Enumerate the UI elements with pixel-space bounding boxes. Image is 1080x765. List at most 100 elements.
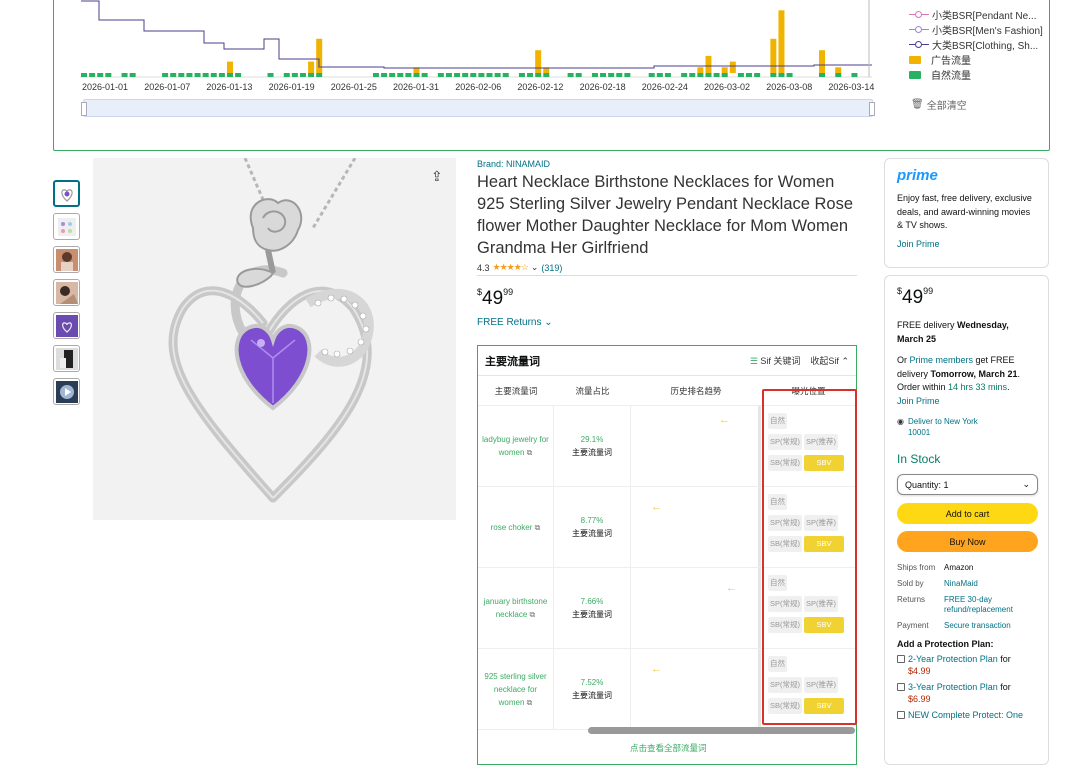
natural-traffic-bar <box>372 73 379 77</box>
natural-traffic-bar <box>567 73 574 77</box>
horizontal-scrollbar[interactable] <box>588 727 855 734</box>
thumbnail-4[interactable] <box>53 279 80 306</box>
ad-traffic-bar <box>778 10 785 74</box>
keyword-link[interactable]: ladybug jewelry for women ⧉ <box>478 406 554 486</box>
info-value[interactable]: FREE 30-day refund/replacement <box>944 595 1036 615</box>
thumbnail-1[interactable] <box>53 180 80 207</box>
natural-traffic-bar <box>575 73 582 77</box>
natural-traffic-bar <box>186 73 193 77</box>
plan-checkbox[interactable] <box>897 683 905 691</box>
protection-plan-option[interactable]: NEW Complete Protect: One <box>897 709 1036 721</box>
plan-checkbox[interactable] <box>897 655 905 663</box>
info-value: Amazon <box>944 563 974 572</box>
legend-item[interactable]: 大类BSR[Clothing, Sh... <box>909 37 1043 52</box>
legend-marker <box>909 70 921 79</box>
natural-traffic-bar <box>721 73 728 77</box>
buybox-price: $4999 <box>897 286 934 308</box>
thumbnail-5[interactable] <box>53 312 80 339</box>
legend-marker <box>909 40 929 49</box>
seller-info: Ships from Amazon Sold by NinaMaid Returns FR… <box>897 563 1036 631</box>
quantity-select[interactable]: Quantity: 1 ⌄ <box>897 474 1038 495</box>
natural-traffic-bar <box>299 73 306 77</box>
zoom-slider[interactable] <box>81 99 875 117</box>
clear-all-button[interactable]: 🗑 全部清空 <box>911 97 967 112</box>
delivery-info: FREE delivery Wednesday, March 25 <box>897 320 1009 344</box>
ad-traffic-bar <box>819 50 826 73</box>
legend-marker <box>909 55 921 64</box>
collapse-sif-button[interactable]: 收起Sif ⌃ <box>810 354 849 367</box>
natural-traffic-bar <box>648 73 655 77</box>
protection-title: Add a Protection Plan: <box>897 639 994 649</box>
natural-traffic-bar <box>235 73 242 77</box>
heart-necklace-image <box>168 157 374 503</box>
thumbnail-video[interactable] <box>53 378 80 405</box>
thumbnail-2[interactable] <box>53 213 80 240</box>
sif-keyword-button[interactable]: ☰ Sif 关键词 <box>750 354 801 367</box>
natural-traffic-bar <box>121 73 128 77</box>
chevron-down-icon: ⌄ <box>1022 479 1030 489</box>
chevron-down-icon[interactable]: ⌄ <box>531 262 539 273</box>
legend-item[interactable]: 广告流量 <box>909 52 1043 67</box>
buy-now-button[interactable]: Buy Now <box>897 531 1038 552</box>
review-count-link[interactable]: (319) <box>541 263 562 273</box>
prime-card: prime Enjoy fast, free delivery, exclusi… <box>884 158 1049 268</box>
deliver-to-link[interactable]: ◉ Deliver to New York 10001 <box>897 416 1036 438</box>
thumbnail-3[interactable] <box>53 246 80 273</box>
add-to-cart-button[interactable]: Add to cart <box>897 503 1038 524</box>
legend-item[interactable]: 小类BSR[Men's Fashion] <box>909 22 1043 37</box>
protection-plan-option[interactable]: 3-Year Protection Plan for $6.99 <box>897 681 1036 705</box>
info-value[interactable]: NinaMaid <box>944 579 1036 589</box>
x-tick-label: 2026-02-12 <box>517 82 563 92</box>
natural-traffic-bar <box>786 73 793 77</box>
share-icon[interactable]: ⇪ <box>431 168 443 185</box>
trend-arrow-icon: ← <box>651 663 662 675</box>
traffic-chart: 2026-01-01 2026-01-07 2026-01-13 2026-01-19… <box>80 0 874 92</box>
plan-checkbox[interactable] <box>897 711 905 719</box>
protection-plan-option[interactable]: 2-Year Protection Plan for $4.99 <box>897 653 1036 677</box>
legend-item[interactable]: 自然流量 <box>909 67 1043 82</box>
brand-link[interactable]: Brand: NINAMAID <box>477 159 550 169</box>
natural-traffic-bar <box>746 73 753 77</box>
bsr-clothing-line <box>81 0 872 69</box>
ad-traffic-bar <box>835 67 842 73</box>
natural-traffic-bar <box>105 73 112 77</box>
stock-status: In Stock <box>897 452 941 466</box>
natural-traffic-bar <box>470 73 477 77</box>
divider <box>477 275 857 276</box>
natural-traffic-bar <box>664 73 671 77</box>
natural-traffic-bar <box>413 73 420 77</box>
traffic-share: 7.66% <box>580 597 604 606</box>
legend-label: 自然流量 <box>931 71 971 82</box>
ad-traffic-bar <box>535 50 542 73</box>
natural-traffic-bar <box>381 73 388 77</box>
natural-traffic-bar <box>591 73 598 77</box>
natural-traffic-bar <box>397 73 404 77</box>
thumbnail-6[interactable] <box>53 345 80 372</box>
keyword-link[interactable]: january birthstone necklace ⧉ <box>478 568 554 648</box>
info-value[interactable]: Secure transaction <box>944 621 1036 631</box>
legend-label: 大类BSR[Clothing, Sh... <box>932 41 1039 52</box>
view-all-keywords-link[interactable]: 点击查看全部流量词 <box>630 742 707 754</box>
ad-traffic-bar <box>308 61 315 73</box>
keyword-link[interactable]: rose choker ⧉ <box>478 487 554 567</box>
join-prime-link-2[interactable]: Join Prime <box>897 395 1036 409</box>
keyword-link[interactable]: 925 sterling silver necklace for women ⧉ <box>478 649 554 729</box>
natural-traffic-bar <box>835 73 842 77</box>
ad-traffic-bar <box>697 67 704 73</box>
natural-traffic-bar <box>681 73 688 77</box>
star-rating-icon[interactable]: ★★★★☆ <box>493 262 529 273</box>
copy-icon: ⧉ <box>526 448 533 457</box>
natural-traffic-bar <box>454 73 461 77</box>
natural-traffic-bar <box>421 73 428 77</box>
highlight-box <box>762 389 857 725</box>
free-returns-link[interactable]: FREE Returns ⌄ <box>477 317 553 328</box>
legend-label: 小类BSR[Men's Fashion] <box>932 26 1043 37</box>
natural-traffic-bar <box>97 73 104 77</box>
prime-members-link[interactable]: Prime members <box>910 355 974 365</box>
copy-icon: ⧉ <box>526 697 533 707</box>
legend-item[interactable]: 小类BSR[Pendant Ne... <box>909 7 1043 22</box>
join-prime-link[interactable]: Join Prime <box>897 239 1036 249</box>
product-main-image[interactable] <box>93 157 456 520</box>
trend-arrow-icon: ← <box>726 582 737 594</box>
seller-info-row: Returns FREE 30-day refund/replacement <box>897 595 1036 615</box>
